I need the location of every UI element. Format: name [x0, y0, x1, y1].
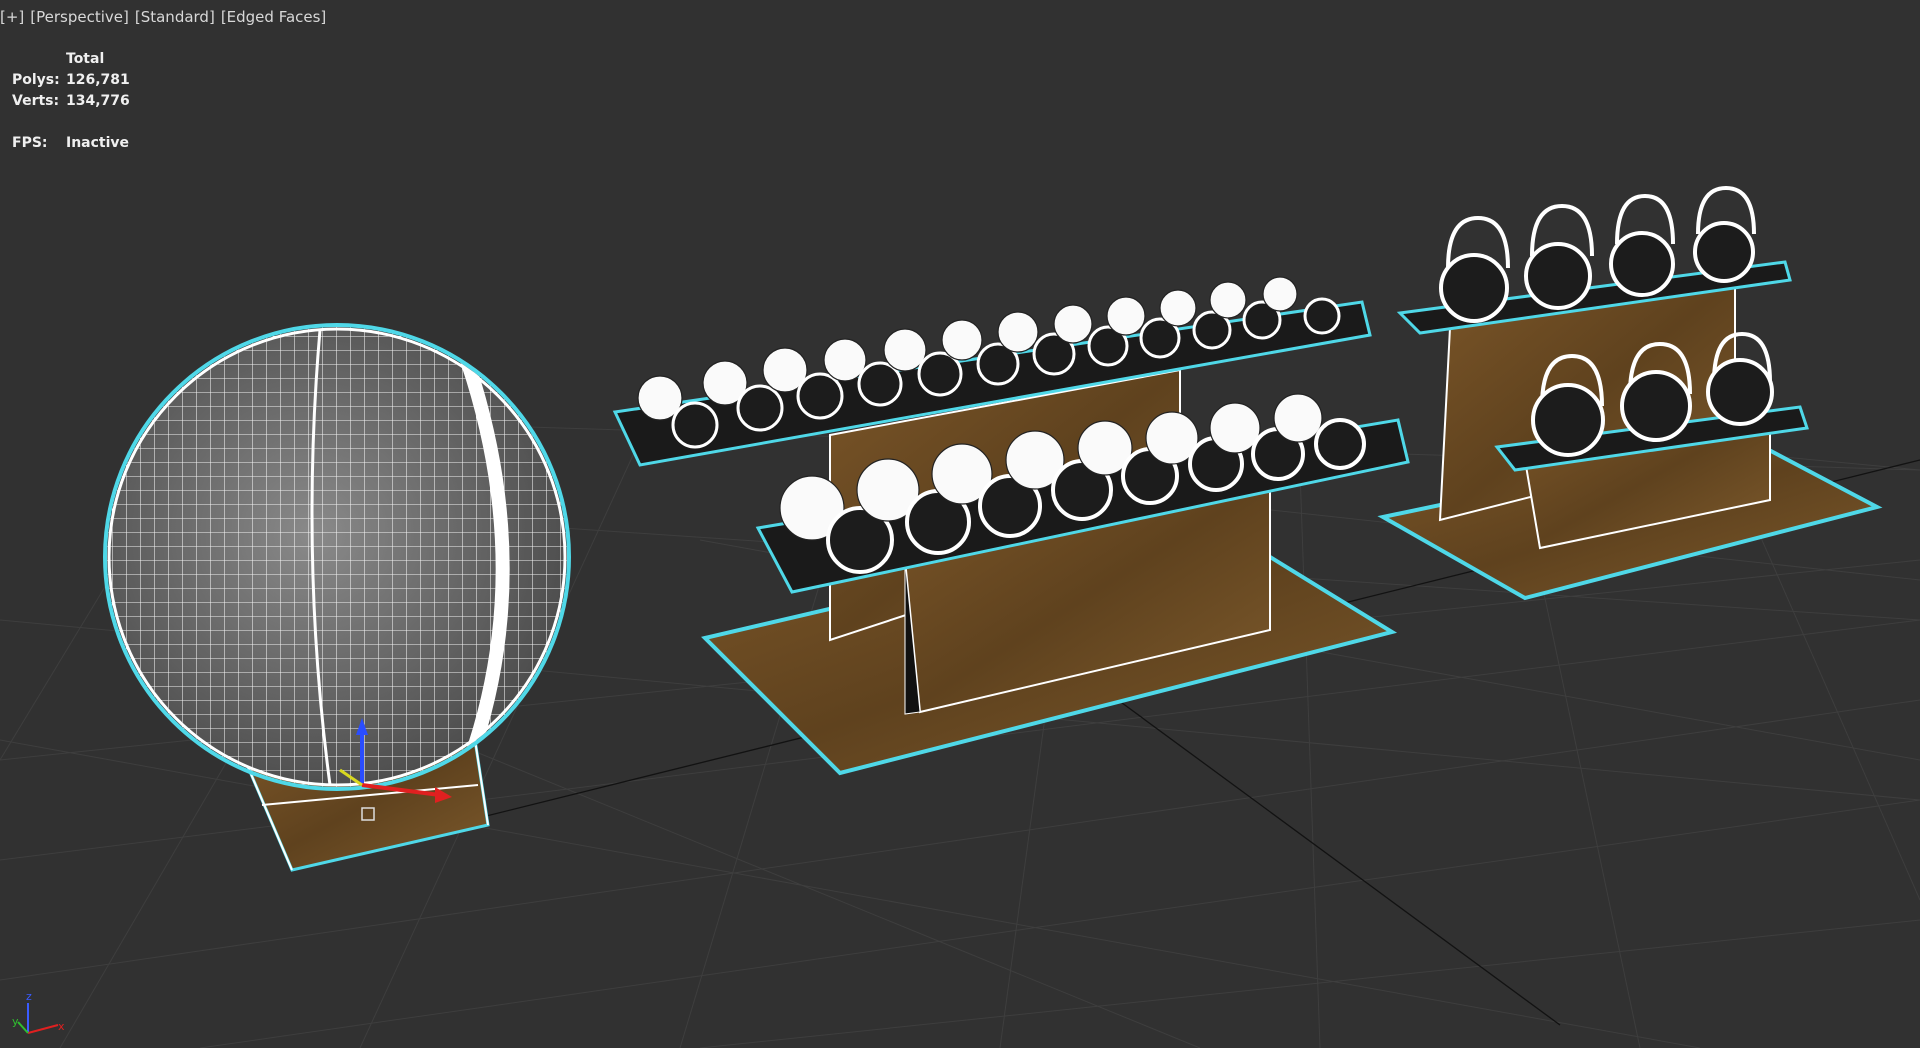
viewport-canvas[interactable]: z x y	[0, 0, 1920, 1048]
svg-text:z: z	[26, 990, 32, 1003]
kettlebell-rack[interactable]	[1377, 185, 1883, 601]
svg-text:x: x	[58, 1020, 65, 1033]
xyz-axis-icon: z x y	[12, 990, 65, 1034]
svg-text:y: y	[12, 1015, 19, 1028]
exercise-ball-on-stand[interactable]	[100, 320, 580, 872]
